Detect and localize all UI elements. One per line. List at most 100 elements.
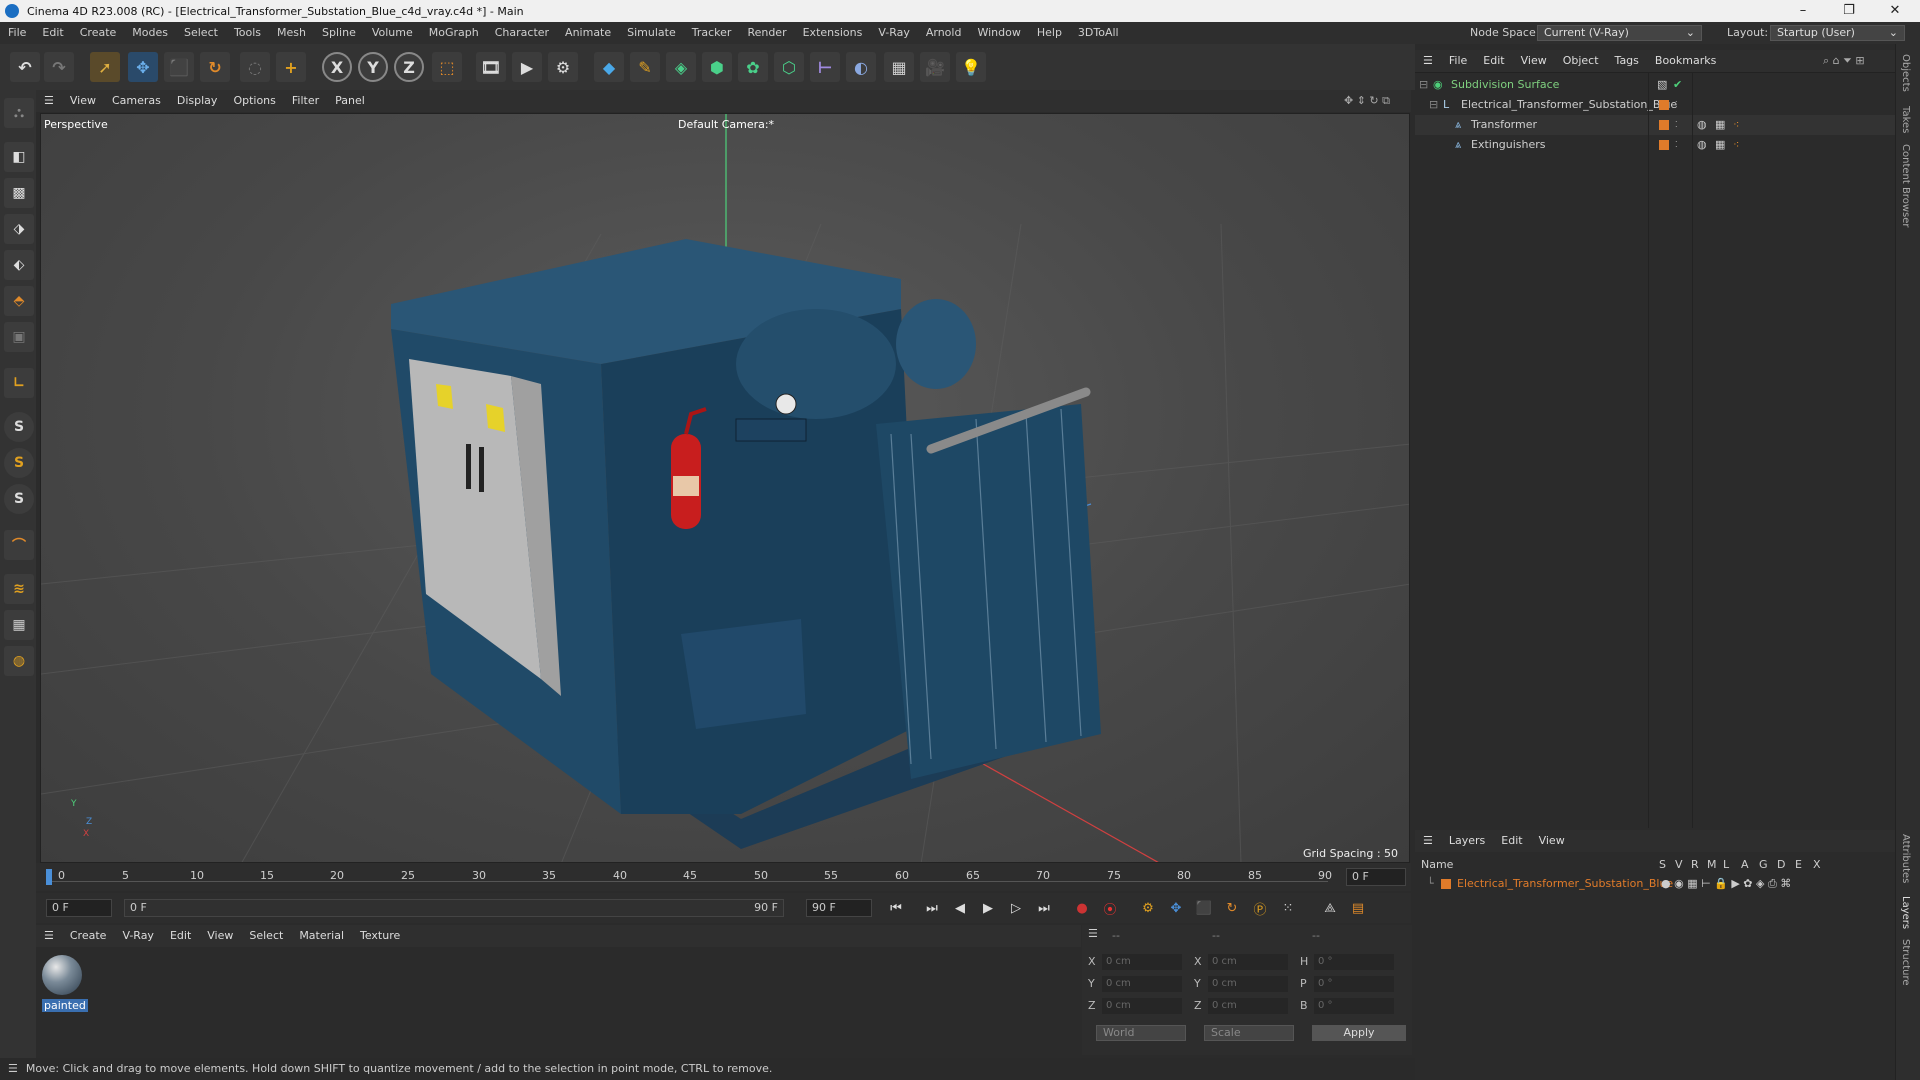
tab-takes[interactable]: Takes	[1900, 106, 1911, 133]
tab-structure[interactable]: Structure	[1900, 939, 1911, 986]
visibility-dots-icon[interactable]: ⁚	[1675, 95, 1678, 115]
scale-tool-icon[interactable]: ⬛	[164, 52, 194, 82]
viewport-menu-options[interactable]: Options	[225, 90, 283, 112]
menu-file[interactable]: File	[0, 22, 34, 44]
tab-content-browser[interactable]: Content Browser	[1900, 144, 1911, 227]
layer-color-swatch[interactable]	[1659, 120, 1669, 130]
viewport-menu-view[interactable]: View	[62, 90, 104, 112]
record-keys-icon[interactable]: ●	[1070, 897, 1094, 919]
locked-workplane-icon[interactable]: ◍	[4, 646, 34, 676]
hamburger-icon[interactable]: ☰	[1415, 830, 1441, 852]
viewport-nav-icons[interactable]: ✥ ⇕ ↻ ⧉	[1336, 90, 1398, 112]
redo-icon[interactable]: ↷	[44, 52, 74, 82]
size-mode-select[interactable]: Scale	[1204, 1025, 1294, 1041]
y-axis-icon[interactable]: Y	[358, 52, 388, 82]
menu-extensions[interactable]: Extensions	[795, 22, 871, 44]
tree-row-subdivision[interactable]: ⊟ ◉ Subdivision Surface ▧ ✔	[1415, 75, 1895, 95]
frame-range-slider[interactable]: 0 F 90 F	[124, 899, 784, 917]
pos-x-field[interactable]: 0 cm	[1102, 954, 1182, 970]
snap-settings-icon[interactable]: S	[4, 448, 34, 478]
menu-render[interactable]: Render	[739, 22, 794, 44]
key-rotation-icon[interactable]: ↻	[1220, 897, 1244, 919]
material-tag-icon[interactable]: ◍	[1697, 115, 1707, 135]
light-icon[interactable]: 💡	[956, 52, 986, 82]
material-menu-edit[interactable]: Edit	[162, 925, 199, 947]
tab-layers[interactable]: Layers	[1900, 896, 1911, 929]
menu-help[interactable]: Help	[1029, 22, 1070, 44]
transform-icon[interactable]: +	[276, 52, 306, 82]
close-button[interactable]: ✕	[1872, 0, 1918, 22]
tree-row-extinguishers[interactable]: ⩓ Extinguishers ⁚ ◍ ▦ ⁖	[1415, 135, 1895, 155]
viewport-menu-display[interactable]: Display	[169, 90, 226, 112]
phong-tag-icon[interactable]: ⁖	[1733, 135, 1739, 155]
render-view-icon[interactable]: ▶	[512, 52, 542, 82]
3d-viewport[interactable]: Perspective Default Camera:* Grid Spacin…	[40, 113, 1410, 863]
subdivision-icon[interactable]: ◈	[666, 52, 696, 82]
workplane-snap-icon[interactable]: S	[4, 484, 34, 514]
prev-key-icon[interactable]: ⏭	[920, 897, 944, 919]
tab-attributes[interactable]: Attributes	[1900, 834, 1911, 883]
node-space-select[interactable]: Current (V-Ray) ⌄	[1537, 25, 1702, 41]
material-menu-texture[interactable]: Texture	[352, 925, 408, 947]
material-tag-icon[interactable]: ◍	[1697, 135, 1707, 155]
hamburger-icon[interactable]: ☰	[1088, 927, 1098, 940]
viewport-menu-panel[interactable]: Panel	[327, 90, 373, 112]
undo-icon[interactable]: ↶	[10, 52, 40, 82]
layer-name[interactable]: Electrical_Transformer_Substation_Blue	[1457, 874, 1673, 894]
object-menu-tags[interactable]: Tags	[1607, 50, 1647, 72]
make-editable-icon[interactable]: ⛬	[4, 98, 34, 128]
model-mode-icon[interactable]: ◧	[4, 142, 34, 172]
size-z-field[interactable]: 0 cm	[1208, 998, 1288, 1014]
render-settings-icon[interactable]: ⚙	[548, 52, 578, 82]
size-x-field[interactable]: 0 cm	[1208, 954, 1288, 970]
grid-icon[interactable]: ▦	[4, 610, 34, 640]
layer-color-swatch[interactable]	[1659, 100, 1669, 110]
visibility-dots-icon[interactable]: ⁚	[1675, 135, 1678, 155]
tab-objects[interactable]: Objects	[1900, 54, 1911, 92]
pos-z-field[interactable]: 0 cm	[1102, 998, 1182, 1014]
object-menu-view[interactable]: View	[1513, 50, 1555, 72]
size-y-field[interactable]: 0 cm	[1208, 976, 1288, 992]
play-icon[interactable]: ▶	[976, 897, 1000, 919]
mograph-icon[interactable]: ⬡	[774, 52, 804, 82]
end-frame-field[interactable]: 90 F	[806, 899, 872, 917]
points-mode-icon[interactable]: ⬗	[4, 214, 34, 244]
phong-tag-icon[interactable]: ⁖	[1733, 115, 1739, 135]
texture-mode-icon[interactable]: ▩	[4, 178, 34, 208]
layer-menu-layers[interactable]: Layers	[1441, 830, 1493, 852]
menu-window[interactable]: Window	[969, 22, 1028, 44]
object-menu-file[interactable]: File	[1441, 50, 1475, 72]
menu-tracker[interactable]: Tracker	[684, 22, 740, 44]
uv-mode-icon[interactable]: ▣	[4, 322, 34, 352]
floor-icon[interactable]: ▦	[884, 52, 914, 82]
maximize-button[interactable]: ❐	[1826, 0, 1872, 22]
polygons-mode-icon[interactable]: ⬘	[4, 286, 34, 316]
enabled-check-icon[interactable]: ✔	[1673, 75, 1682, 95]
hamburger-icon[interactable]: ☰	[36, 925, 62, 947]
menu-mesh[interactable]: Mesh	[269, 22, 314, 44]
key-position-icon[interactable]: ✥	[1164, 897, 1188, 919]
hamburger-icon[interactable]: ☰	[1415, 50, 1441, 72]
magnet-icon[interactable]: ⌒	[4, 530, 34, 560]
tree-row-substation[interactable]: ⊟ L Electrical_Transformer_Substation_Bl…	[1415, 95, 1895, 115]
menu-tools[interactable]: Tools	[226, 22, 269, 44]
timeline-window-icon[interactable]: ▤	[1346, 897, 1370, 919]
rot-p-field[interactable]: 0 °	[1314, 976, 1394, 992]
object-menu-object[interactable]: Object	[1555, 50, 1607, 72]
rot-b-field[interactable]: 0 °	[1314, 998, 1394, 1014]
camera-icon[interactable]: 🎥	[920, 52, 950, 82]
cloner-icon[interactable]: ✿	[738, 52, 768, 82]
apply-button[interactable]: Apply	[1312, 1025, 1406, 1041]
collapse-icon[interactable]: ⊟	[1429, 95, 1438, 115]
layer-menu-view[interactable]: View	[1531, 830, 1573, 852]
viewport-menu-filter[interactable]: Filter	[284, 90, 327, 112]
menu-mograph[interactable]: MoGraph	[421, 22, 487, 44]
axis-mode-icon[interactable]: ∟	[4, 368, 34, 398]
autokey-icon[interactable]: ⦿	[1098, 897, 1122, 919]
object-menu-bookmarks[interactable]: Bookmarks	[1647, 50, 1724, 72]
layer-color-swatch[interactable]	[1659, 140, 1669, 150]
playhead[interactable]	[46, 869, 52, 885]
layer-color-swatch[interactable]	[1441, 879, 1451, 889]
key-scale-icon[interactable]: ⬛	[1192, 897, 1216, 919]
motion-system-icon[interactable]: ⟁	[1318, 897, 1342, 919]
